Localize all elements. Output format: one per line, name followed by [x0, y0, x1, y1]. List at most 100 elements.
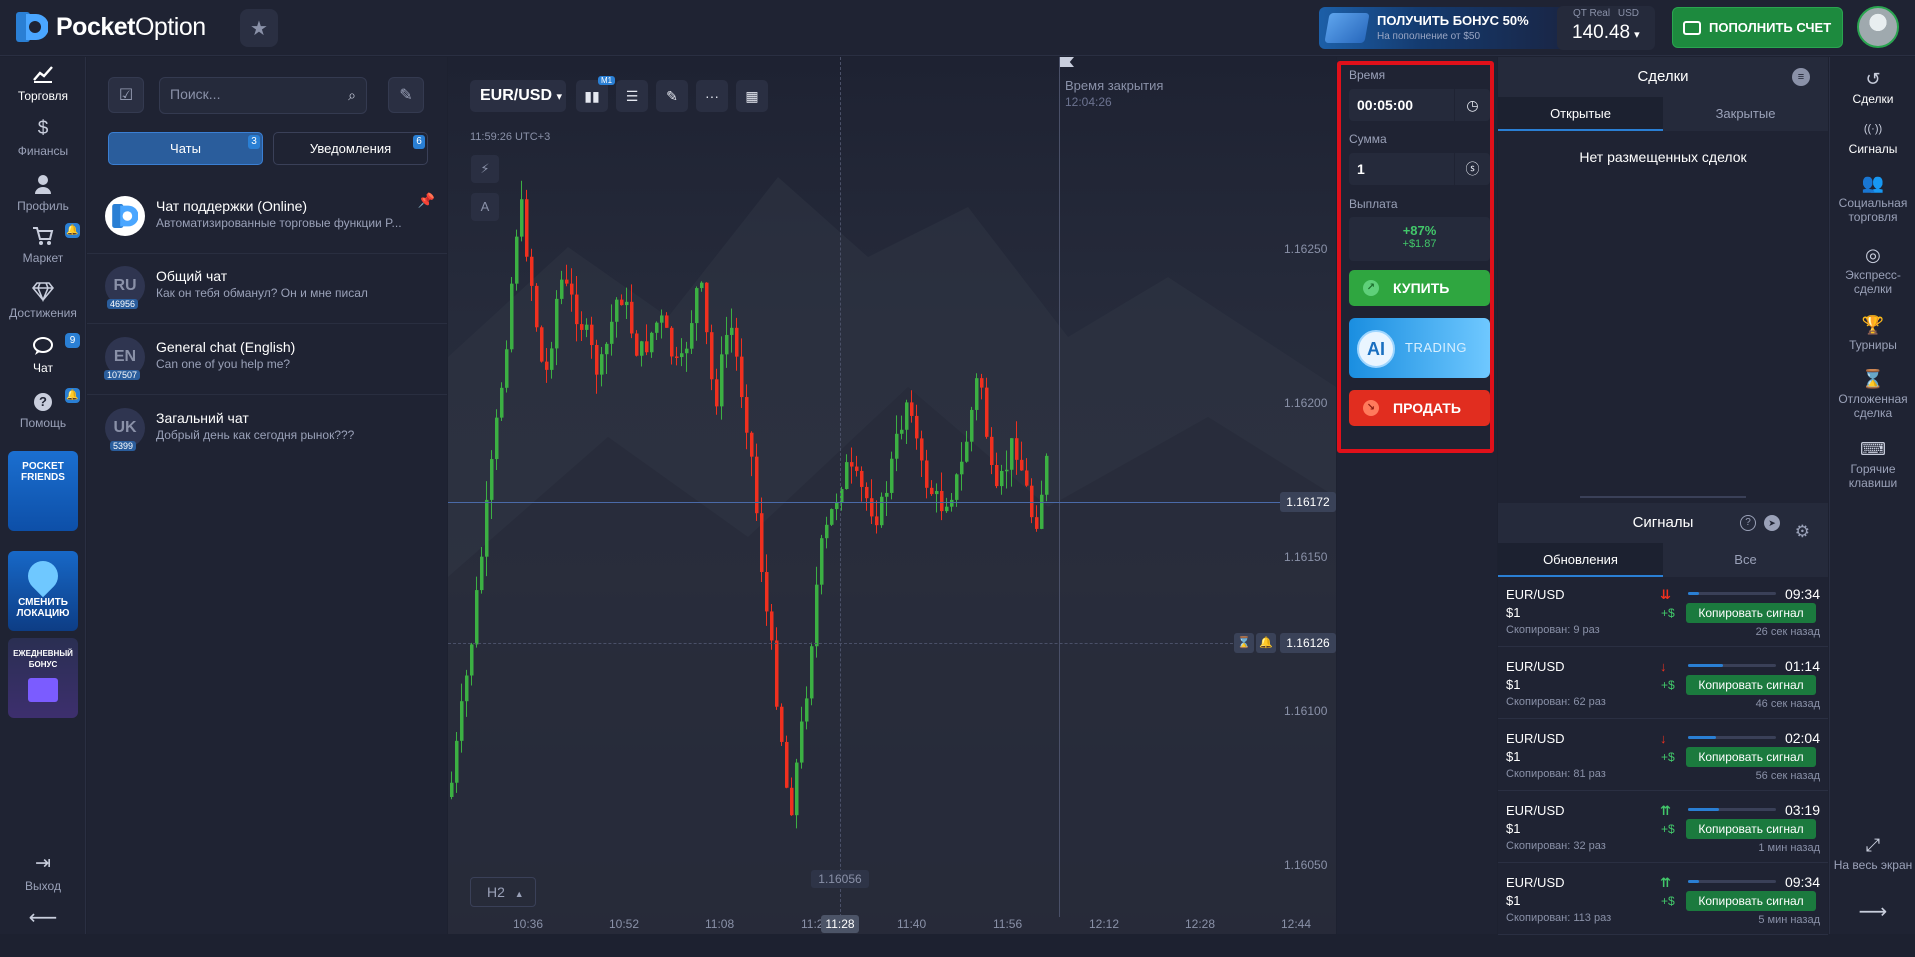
- wallet-icon: [1683, 20, 1701, 35]
- panel-resize-handle[interactable]: [1580, 496, 1746, 498]
- chat-item-ru[interactable]: RU 46956 Общий чат Как он тебя обманул? …: [87, 254, 447, 324]
- signal-pair: EUR/USD: [1506, 587, 1565, 602]
- nav-help[interactable]: ? Помощь 🔔: [0, 384, 86, 436]
- gift-icon: [28, 678, 58, 702]
- rnav-signals[interactable]: ((·)) Сигналы: [1830, 119, 1915, 156]
- promo-pocket-friends[interactable]: POCKET FRIENDS: [8, 451, 78, 531]
- buy-button[interactable]: ↗ КУПИТЬ: [1349, 270, 1490, 306]
- nav-profile[interactable]: Профиль: [0, 167, 86, 219]
- chevron-down-icon: ▾: [556, 91, 562, 103]
- asset-selector[interactable]: EUR/USD ▾: [470, 80, 566, 112]
- more-button[interactable]: ···: [696, 80, 728, 112]
- nav-achievements[interactable]: Достижения: [0, 274, 86, 326]
- indicators-button[interactable]: ☰: [616, 80, 648, 112]
- candle: [775, 640, 779, 707]
- amount-field[interactable]: ⓢ: [1349, 153, 1490, 185]
- interval-selector[interactable]: H2 ▲: [470, 877, 536, 907]
- drawing-button[interactable]: ✎: [656, 80, 688, 112]
- candle: [665, 315, 669, 328]
- candle: [1005, 469, 1009, 472]
- chat-item-support[interactable]: Чат поддержки (Online) Автоматизированны…: [87, 184, 447, 254]
- account-selector[interactable]: QT Real USD 140.48 ▾: [1557, 6, 1655, 50]
- collapse-nav-button[interactable]: ⟵: [0, 905, 86, 957]
- candle: [790, 787, 794, 816]
- direction-arrow-icon: ⇈: [1660, 875, 1671, 890]
- candle: [720, 354, 724, 407]
- tab-open-deals[interactable]: Открытые: [1498, 97, 1663, 131]
- list-icon[interactable]: ≡: [1792, 68, 1810, 86]
- tab-signal-all[interactable]: Все: [1663, 543, 1828, 577]
- ai-trading-label: TRADING: [1405, 340, 1467, 355]
- collapse-right-nav-button[interactable]: ⟶: [1830, 902, 1915, 922]
- rnav-express[interactable]: ◎ Экспресс-сделки: [1830, 245, 1915, 296]
- bonus-banner[interactable]: ПОЛУЧИТЬ БОНУС 50% На пополнение от $50 …: [1319, 7, 1577, 49]
- promo-daily-bonus[interactable]: ЕЖЕДНЕВНЫЙ БОНУС: [8, 638, 78, 718]
- tab-closed-deals[interactable]: Закрытые: [1663, 97, 1828, 131]
- profit-icon: +$: [1661, 822, 1675, 836]
- ai-trading-button[interactable]: AI TRADING: [1349, 318, 1490, 378]
- copy-signal-button[interactable]: Копировать сигнал: [1686, 891, 1816, 911]
- chat-item-uk[interactable]: UK 5399 Загальний чат Добрый день как се…: [87, 396, 447, 466]
- layout-button[interactable]: ▦: [736, 80, 768, 112]
- search-input[interactable]: [170, 86, 330, 102]
- copy-signal-button[interactable]: Копировать сигнал: [1686, 747, 1816, 767]
- trading-chart[interactable]: EUR/USD ▾ ▮▮ M1 ☰ ✎ ··· ▦ 11:59:26 UTC+3…: [448, 57, 1336, 934]
- nav-market[interactable]: Маркет 🔔: [0, 219, 86, 271]
- rnav-hotkeys[interactable]: ⌨ Горячие клавиши: [1830, 439, 1915, 490]
- candle: [680, 353, 684, 358]
- candle: [470, 644, 474, 676]
- rnav-social-trading[interactable]: 👥 Социальная торговля: [1830, 173, 1915, 224]
- rnav-pending[interactable]: ⌛ Отложенная сделка: [1830, 369, 1915, 420]
- nav-chat[interactable]: Чат 9: [0, 329, 86, 381]
- copy-signal-button[interactable]: Копировать сигнал: [1686, 819, 1816, 839]
- candle: [1025, 470, 1029, 486]
- tab-notifications[interactable]: Уведомления 6: [273, 132, 428, 165]
- candle: [635, 333, 639, 356]
- signal-time: 09:34: [1784, 874, 1820, 890]
- nav-trading[interactable]: Торговля: [0, 57, 86, 109]
- clock-icon[interactable]: ◷: [1454, 89, 1490, 121]
- search-box[interactable]: ⌕: [159, 77, 367, 114]
- sell-button[interactable]: ↘ ПРОДАТЬ: [1349, 390, 1490, 426]
- signal-amount: $1: [1506, 821, 1521, 836]
- candle: [760, 513, 764, 573]
- logo[interactable]: PocketOption: [16, 12, 206, 42]
- profit-icon: +$: [1661, 678, 1675, 692]
- favorites-button[interactable]: ★: [240, 9, 278, 47]
- candle: [795, 762, 799, 816]
- help-icon[interactable]: ?: [1740, 515, 1756, 531]
- timer-icon[interactable]: ⌛: [1234, 633, 1254, 653]
- expiration-input[interactable]: [1357, 97, 1447, 113]
- rnav-deals[interactable]: ↺ Сделки: [1830, 69, 1915, 106]
- text-tool-button[interactable]: A: [471, 193, 499, 221]
- trade-panel: Время ◷ Сумма ⓢ Выплата +87% +$1.87 ↗ КУ…: [1337, 57, 1497, 934]
- copy-signal-button[interactable]: Копировать сигнал: [1686, 675, 1816, 695]
- rnav-tournaments[interactable]: 🏆 Турниры: [1830, 315, 1915, 352]
- avatar[interactable]: [1857, 6, 1899, 48]
- member-count: 46956: [107, 299, 139, 309]
- candle: [540, 327, 544, 362]
- deposit-button[interactable]: ПОПОЛНИТЬ СЧЕТ: [1672, 7, 1843, 48]
- copy-signal-button[interactable]: Копировать сигнал: [1686, 603, 1816, 623]
- logout-button[interactable]: ⇥ Выход: [0, 847, 86, 899]
- select-button[interactable]: ☑: [108, 77, 144, 113]
- amount-input[interactable]: [1357, 161, 1447, 177]
- signal-row: EUR/USD $1 Скопирован: 81 раз ↓ +$ 02:04 Копир…: [1498, 723, 1828, 791]
- signal-age: 46 сек назад: [1755, 698, 1820, 710]
- chat-message: Добрый день как сегодня рынок???: [156, 428, 355, 442]
- compose-button[interactable]: ✎: [388, 77, 424, 113]
- trophy-icon: 🏆: [1861, 315, 1885, 335]
- chat-name: Общий чат: [156, 268, 228, 284]
- chat-item-en[interactable]: EN 107507 General chat (English) Can one…: [87, 325, 447, 395]
- expiration-field[interactable]: ◷: [1349, 89, 1490, 121]
- alert-icon[interactable]: 🔔: [1256, 633, 1276, 653]
- promo-change-location[interactable]: СМЕНИТЬ ЛОКАЦИЮ: [8, 551, 78, 631]
- quick-trade-button[interactable]: ⚡: [471, 155, 499, 183]
- tab-signal-updates[interactable]: Обновления: [1498, 543, 1663, 577]
- tab-chats[interactable]: Чаты 3: [108, 132, 263, 165]
- dollar-circle-icon[interactable]: ⓢ: [1454, 153, 1490, 185]
- candle: [750, 432, 754, 457]
- fullscreen-button[interactable]: ⤢ На весь экран: [1830, 835, 1915, 872]
- nav-finance[interactable]: $ Финансы: [0, 112, 86, 164]
- telegram-icon[interactable]: ➤: [1764, 515, 1780, 531]
